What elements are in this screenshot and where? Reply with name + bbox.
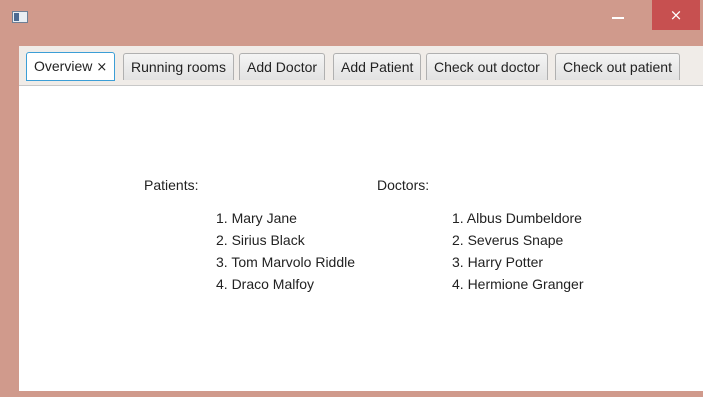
patient-item: 1. Mary Jane [216,210,297,226]
tab-running-rooms-label: Running rooms [131,59,226,75]
tab-close-icon[interactable]: × [96,60,107,75]
overview-panel: Patients: Doctors: 1. Mary Jane 2. Siriu… [19,86,703,391]
doctors-list: 1. Albus Dumbeldore 2. Severus Snape 3. … [452,207,584,295]
tab-add-patient[interactable]: Add Patient [333,53,422,80]
close-window-button[interactable]: × [652,0,700,30]
minimize-icon [612,17,624,19]
close-icon: × [669,6,683,24]
tab-overview-label: Overview [34,58,93,74]
patient-item: 4. Draco Malfoy [216,276,315,292]
tab-add-doctor-label: Add Doctor [247,59,318,75]
patient-item: 3. Tom Marvolo Riddle [216,254,356,270]
app-icon[interactable] [12,11,28,23]
doctors-label: Doctors: [377,177,430,193]
doctor-item: 4. Hermione Granger [452,276,584,292]
doctor-item: 1. Albus Dumbeldore [452,210,582,226]
patients-list: 1. Mary Jane 2. Sirius Black 3. Tom Marv… [216,207,355,295]
doctor-item: 3. Harry Potter [452,254,544,270]
title-bar[interactable]: × [0,0,703,34]
tab-check-out-patient[interactable]: Check out patient [555,53,680,80]
tab-add-doctor[interactable]: Add Doctor [239,53,326,80]
tab-overview[interactable]: Overview × [26,52,116,81]
tab-strip: Overview × Running rooms Add Doctor Add P… [19,46,703,86]
tab-check-out-doctor-label: Check out doctor [434,59,540,75]
tab-add-patient-label: Add Patient [341,59,414,75]
tab-check-out-patient-label: Check out patient [563,59,672,75]
doctor-item: 2. Severus Snape [452,232,564,248]
tab-running-rooms[interactable]: Running rooms [123,53,234,80]
patients-label: Patients: [144,177,199,193]
app-window: × Overview × Running rooms Add Doctor Add… [0,0,703,397]
patient-item: 2. Sirius Black [216,232,305,248]
tab-check-out-doctor[interactable]: Check out doctor [426,53,548,80]
minimize-button[interactable] [598,0,638,30]
